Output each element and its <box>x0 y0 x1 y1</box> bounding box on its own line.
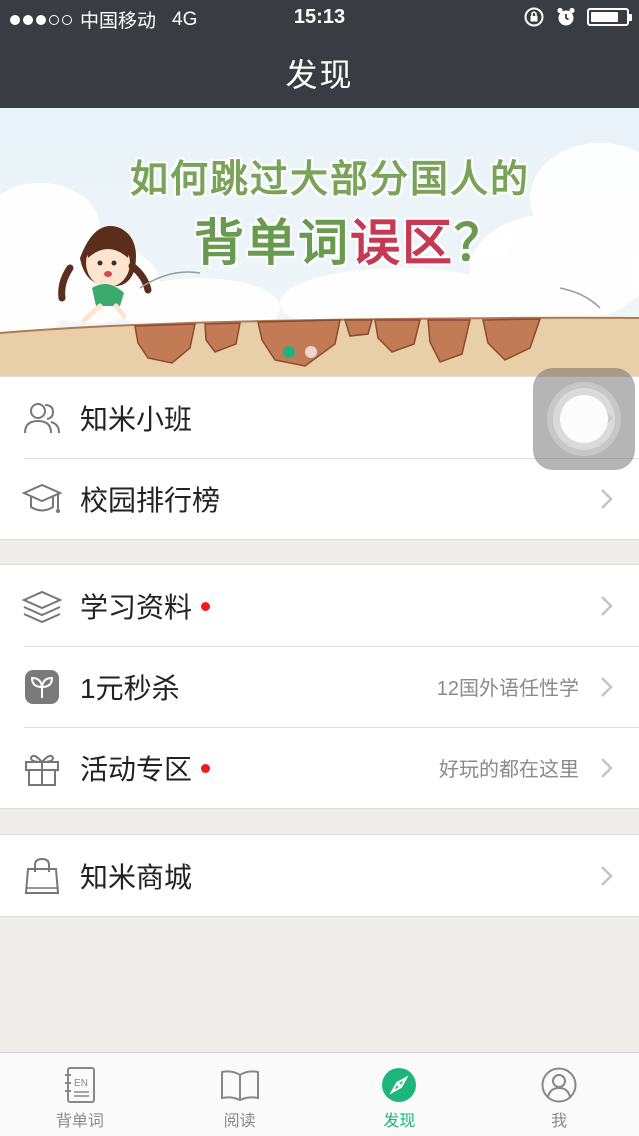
notification-dot <box>201 602 211 611</box>
tab-label: 我 <box>551 1113 568 1130</box>
chevron-right-icon <box>601 757 613 778</box>
notebook-en-icon: EN <box>60 1065 100 1105</box>
tab-discover[interactable]: 发现 <box>320 1053 480 1136</box>
menu-item-store[interactable]: 知米商城 <box>0 835 639 916</box>
alarm-clock-icon <box>557 7 575 26</box>
assistive-touch-button[interactable] <box>533 368 635 470</box>
menu-item-subtitle: 12国外语任性学 <box>436 678 579 700</box>
profile-icon <box>539 1065 579 1105</box>
banner-headline-2-highlight: 误区 <box>350 215 454 271</box>
banner-headline-2-end: ？ <box>454 215 506 271</box>
status-right <box>523 6 632 28</box>
chevron-right-icon <box>601 676 613 697</box>
gift-icon <box>22 748 62 788</box>
chevron-right-icon <box>601 865 613 886</box>
tab-label: 发现 <box>383 1113 416 1130</box>
tab-bar: EN 背单词 阅读 发现 我 <box>0 1052 639 1136</box>
tab-reading[interactable]: 阅读 <box>160 1053 320 1136</box>
tab-label: 背单词 <box>55 1113 104 1130</box>
chevron-right-icon <box>601 488 613 509</box>
page-dot-active <box>283 346 295 358</box>
top-bar: 中国移动 4G 15:13 发现 <box>0 0 639 108</box>
rotation-lock-icon <box>524 7 544 27</box>
banner-page-indicator <box>283 346 317 358</box>
menu-item-label: 1元秒杀 <box>80 672 180 704</box>
tab-me[interactable]: 我 <box>479 1053 639 1136</box>
menu-item-label: 校园排行榜 <box>80 484 221 516</box>
menu-item-label: 学习资料 <box>80 591 193 623</box>
banner-headline-1: 如何跳过大部分国人的 <box>129 159 530 201</box>
menu-item-subtitle: 好玩的都在这里 <box>439 759 579 781</box>
status-bar: 中国移动 4G 15:13 <box>0 0 639 36</box>
menu-item-flash-sale[interactable]: 1元秒杀 12国外语任性学 <box>0 646 639 727</box>
menu-item-events[interactable]: 活动专区 好玩的都在这里 <box>0 727 639 808</box>
leaf-icon <box>22 667 62 707</box>
notebook-en-text: EN <box>74 1078 88 1089</box>
notification-dot <box>201 764 211 773</box>
banner-headline-2: 背单词误区？ <box>180 203 520 275</box>
book-icon <box>220 1065 260 1105</box>
tab-vocabulary[interactable]: EN 背单词 <box>0 1053 160 1136</box>
page-title: 发现 <box>285 57 354 93</box>
chevron-right-icon <box>601 595 613 616</box>
promo-banner[interactable]: 如何跳过大部分国人的 背单词误区？ <box>0 108 639 376</box>
tab-label: 阅读 <box>223 1113 256 1130</box>
page-dot <box>305 346 317 358</box>
menu-group-2: 学习资料 1元秒杀 12国外语任性学 活动专区 好玩的都在这里 <box>0 564 639 809</box>
menu-item-label: 活动专区 <box>80 753 193 785</box>
layers-icon <box>22 586 62 626</box>
menu-item-study-materials[interactable]: 学习资料 <box>0 565 639 646</box>
menu-group-3: 知米商城 <box>0 834 639 917</box>
menu-item-label: 知米小班 <box>80 403 193 435</box>
menu-item-label: 知米商城 <box>80 861 193 893</box>
menu-item-campus-ranking[interactable]: 校园排行榜 <box>0 458 639 539</box>
battery-icon <box>587 8 632 26</box>
compass-icon <box>379 1065 419 1105</box>
graduation-cap-icon <box>22 479 62 519</box>
banner-headline-2-normal: 背单词 <box>194 215 350 271</box>
people-icon <box>22 398 62 438</box>
shopping-bag-icon <box>22 856 62 896</box>
